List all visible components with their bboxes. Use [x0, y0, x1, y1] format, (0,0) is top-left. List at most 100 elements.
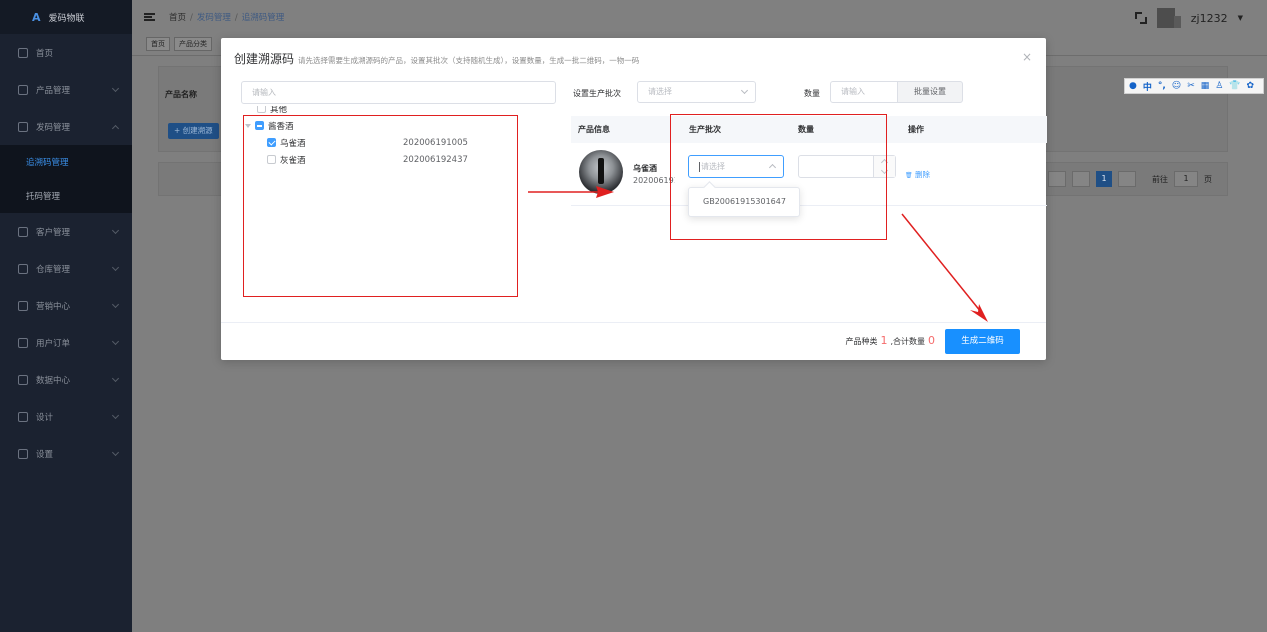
customer-icon [18, 226, 28, 237]
extension-toolbar: ● 中 °, ☺ ✂ ▦ ♙ 👕 ✿ [1124, 78, 1264, 94]
pager-goto-input[interactable]: 1 [1174, 171, 1198, 187]
tree-node-label: 其他 [270, 106, 288, 115]
product-image [579, 150, 623, 194]
batch-quantity-input[interactable]: 请输入 [830, 81, 898, 103]
summary: 产品种类 1 ,合计数量 0 [845, 334, 938, 347]
sidebar-item-warehouse[interactable]: 仓库管理 [0, 250, 132, 287]
batch-setting-button[interactable]: 批量设置 [897, 81, 963, 103]
ext-emoji-icon[interactable]: ☺ [1172, 81, 1181, 91]
chevron-up-icon [111, 124, 120, 133]
batch-setting-label: 设置生产批次 [573, 89, 621, 98]
breadcrumb-home[interactable]: 首页 [169, 13, 186, 23]
sidebar-item-label: 用户订单 [36, 338, 71, 349]
ext-keyboard-icon[interactable]: ▦ [1201, 81, 1210, 91]
code-icon [18, 121, 28, 132]
pager-next-button[interactable] [1118, 171, 1136, 187]
tag-home[interactable]: 首页 [146, 37, 170, 51]
product-search-input[interactable]: 请输入 [241, 81, 556, 104]
sidebar-item-products[interactable]: 产品管理 [0, 71, 132, 108]
sidebar-item-label: 客户管理 [36, 227, 71, 238]
chevron-down-icon [111, 374, 120, 383]
ext-shirt-icon[interactable]: 👕 [1229, 81, 1240, 91]
dialog-footer-divider [221, 322, 1046, 323]
create-trace-code-dialog: 创建溯源码 请先选择需要生成溯源码的产品，设置其批次（支持随机生成），设置数量，生… [221, 38, 1047, 360]
ext-gear-icon[interactable]: ✿ [1247, 81, 1255, 91]
sidebar-item-data-center[interactable]: 数据中心 [0, 361, 132, 398]
sidebar-item-marketing[interactable]: 营销中心 [0, 287, 132, 324]
header-right: zj1232 ▼ [1134, 8, 1243, 28]
chevron-down-icon [111, 300, 120, 309]
sidebar-item-label: 产品管理 [36, 85, 71, 96]
pager-page-unit: 页 [1204, 174, 1212, 184]
sidebar-item-code-issuing[interactable]: 发码管理 [0, 108, 132, 145]
sidebar-item-orders[interactable]: 用户订单 [0, 324, 132, 361]
sidebar-item-label: 设计 [36, 412, 54, 423]
caret-down-icon[interactable]: ▼ [1238, 14, 1243, 22]
sidebar: A 爱码物联 首页 产品管理 发码管理 追溯码管理 托码管理 客户管理 仓库管理… [0, 0, 132, 632]
username[interactable]: zj1232 [1191, 12, 1228, 25]
sidebar-item-label: 数据中心 [36, 375, 71, 386]
product-icon [18, 84, 28, 95]
app-logo[interactable]: A 爱码物联 [0, 0, 132, 34]
sidebar-item-label: 首页 [36, 48, 54, 59]
chevron-down-icon [111, 226, 120, 235]
home-icon [18, 47, 28, 58]
logo-text: 爱码物联 [48, 13, 85, 24]
filter-product-name-label: 产品名称 [165, 90, 197, 99]
sidebar-item-pallet-codes[interactable]: 托码管理 [0, 179, 132, 213]
pager-prev-button[interactable] [1072, 171, 1090, 187]
delete-label: 删除 [915, 170, 931, 179]
close-icon[interactable]: × [1022, 50, 1032, 64]
ext-avatar-icon[interactable]: ● [1129, 81, 1137, 91]
gear-icon [18, 448, 28, 459]
pager-current-page[interactable]: 1 [1096, 171, 1112, 187]
pager-size-select[interactable] [1048, 171, 1066, 187]
dialog-subtitle: 请先选择需要生成溯源码的产品，设置其批次（支持随机生成），设置数量，生成一批二维… [298, 56, 640, 65]
product-code: 202006191005 [633, 176, 675, 185]
sidebar-item-design[interactable]: 设计 [0, 398, 132, 435]
ext-user-icon[interactable]: ♙ [1215, 81, 1223, 91]
select-placeholder: 请选择 [648, 87, 672, 96]
trash-icon: 🗑 [905, 172, 913, 179]
sidebar-item-settings[interactable]: 设置 [0, 435, 132, 472]
menu-toggle-icon[interactable] [144, 13, 155, 21]
fullscreen-icon[interactable] [1134, 12, 1147, 24]
chart-icon [18, 374, 28, 385]
warehouse-icon [18, 263, 28, 274]
pager-goto-label: 前往 [1152, 174, 1168, 184]
batch-setting-select[interactable]: 请选择 [637, 81, 756, 103]
generate-qrcode-button[interactable]: 生成二维码 [945, 329, 1020, 354]
chevron-down-icon [740, 86, 749, 95]
chevron-down-icon [111, 411, 120, 420]
pagination: 1 前往 1 页 [1048, 171, 1212, 187]
breadcrumb-trace-codes: 追溯码管理 [241, 13, 285, 23]
product-name: 乌雀酒 [633, 164, 657, 173]
sidebar-item-customers[interactable]: 客户管理 [0, 213, 132, 250]
breadcrumb-code-issuing[interactable]: 发码管理 [197, 13, 231, 23]
chevron-down-icon [111, 84, 120, 93]
ext-chinese-icon[interactable]: 中 [1143, 80, 1152, 93]
dialog-title-text: 创建溯源码 [234, 52, 295, 66]
annotation-box-batch [670, 114, 887, 240]
chevron-down-icon [111, 337, 120, 346]
annotation-box-tree [243, 115, 518, 297]
sidebar-item-home[interactable]: 首页 [0, 34, 132, 71]
avatar[interactable] [1156, 8, 1181, 28]
sidebar-item-label: 仓库管理 [36, 264, 71, 275]
create-trace-code-button[interactable]: + 创建溯源 [168, 123, 219, 139]
chevron-down-icon [111, 263, 120, 272]
sidebar-item-label: 发码管理 [36, 122, 71, 133]
sidebar-item-label: 营销中心 [36, 301, 71, 312]
chevron-down-icon [111, 448, 120, 457]
tag-product-category[interactable]: 产品分类 [174, 37, 212, 51]
sidebar-item-trace-codes[interactable]: 追溯码管理 [0, 145, 132, 179]
ext-scissors-icon[interactable]: ✂ [1187, 81, 1195, 91]
delete-button[interactable]: 🗑 删除 [905, 169, 930, 180]
tree-checkbox[interactable] [257, 106, 266, 113]
sidebar-item-label: 设置 [36, 449, 54, 460]
top-header: 首页 / 发码管理 / 追溯码管理 zj1232 ▼ [132, 0, 1267, 34]
total-label: ,合计数量 [890, 337, 925, 346]
ext-punctuation-icon[interactable]: °, [1158, 81, 1166, 91]
quantity-label: 数量 [804, 89, 820, 98]
gift-icon [18, 300, 28, 311]
